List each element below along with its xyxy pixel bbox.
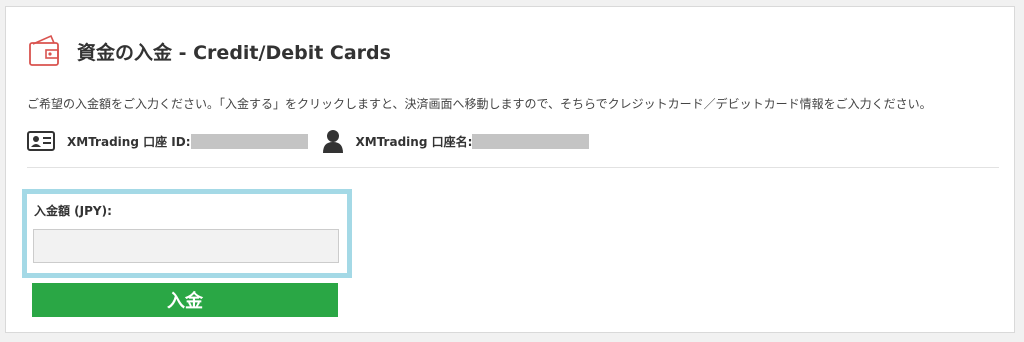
page-title: 資金の入金 - Credit/Debit Cards [77, 41, 391, 64]
wallet-icon [29, 34, 59, 66]
account-id-value [190, 133, 308, 149]
page-header: 資金の入金 - Credit/Debit Cards [27, 33, 391, 69]
user-icon [322, 130, 343, 153]
account-info: XMTrading 口座 ID: XMTrading 口座名: [27, 128, 590, 154]
account-id-label: XMTrading 口座 ID: [67, 134, 191, 149]
instruction-text: ご希望の入金額をご入力ください。「入金する」をクリックしますと、決済画面へ移動し… [27, 97, 932, 111]
id-card-icon [27, 131, 55, 151]
account-name-label: XMTrading 口座名: [355, 134, 473, 149]
divider [27, 167, 999, 168]
deposit-button[interactable]: 入金 [32, 283, 338, 317]
account-name-value [472, 133, 590, 149]
amount-field-group: 入金額 (JPY): [22, 189, 352, 278]
amount-input[interactable] [33, 229, 339, 263]
amount-label: 入金額 (JPY): [34, 204, 112, 218]
deposit-panel: 資金の入金 - Credit/Debit Cards ご希望の入金額をご入力くだ… [5, 6, 1015, 333]
